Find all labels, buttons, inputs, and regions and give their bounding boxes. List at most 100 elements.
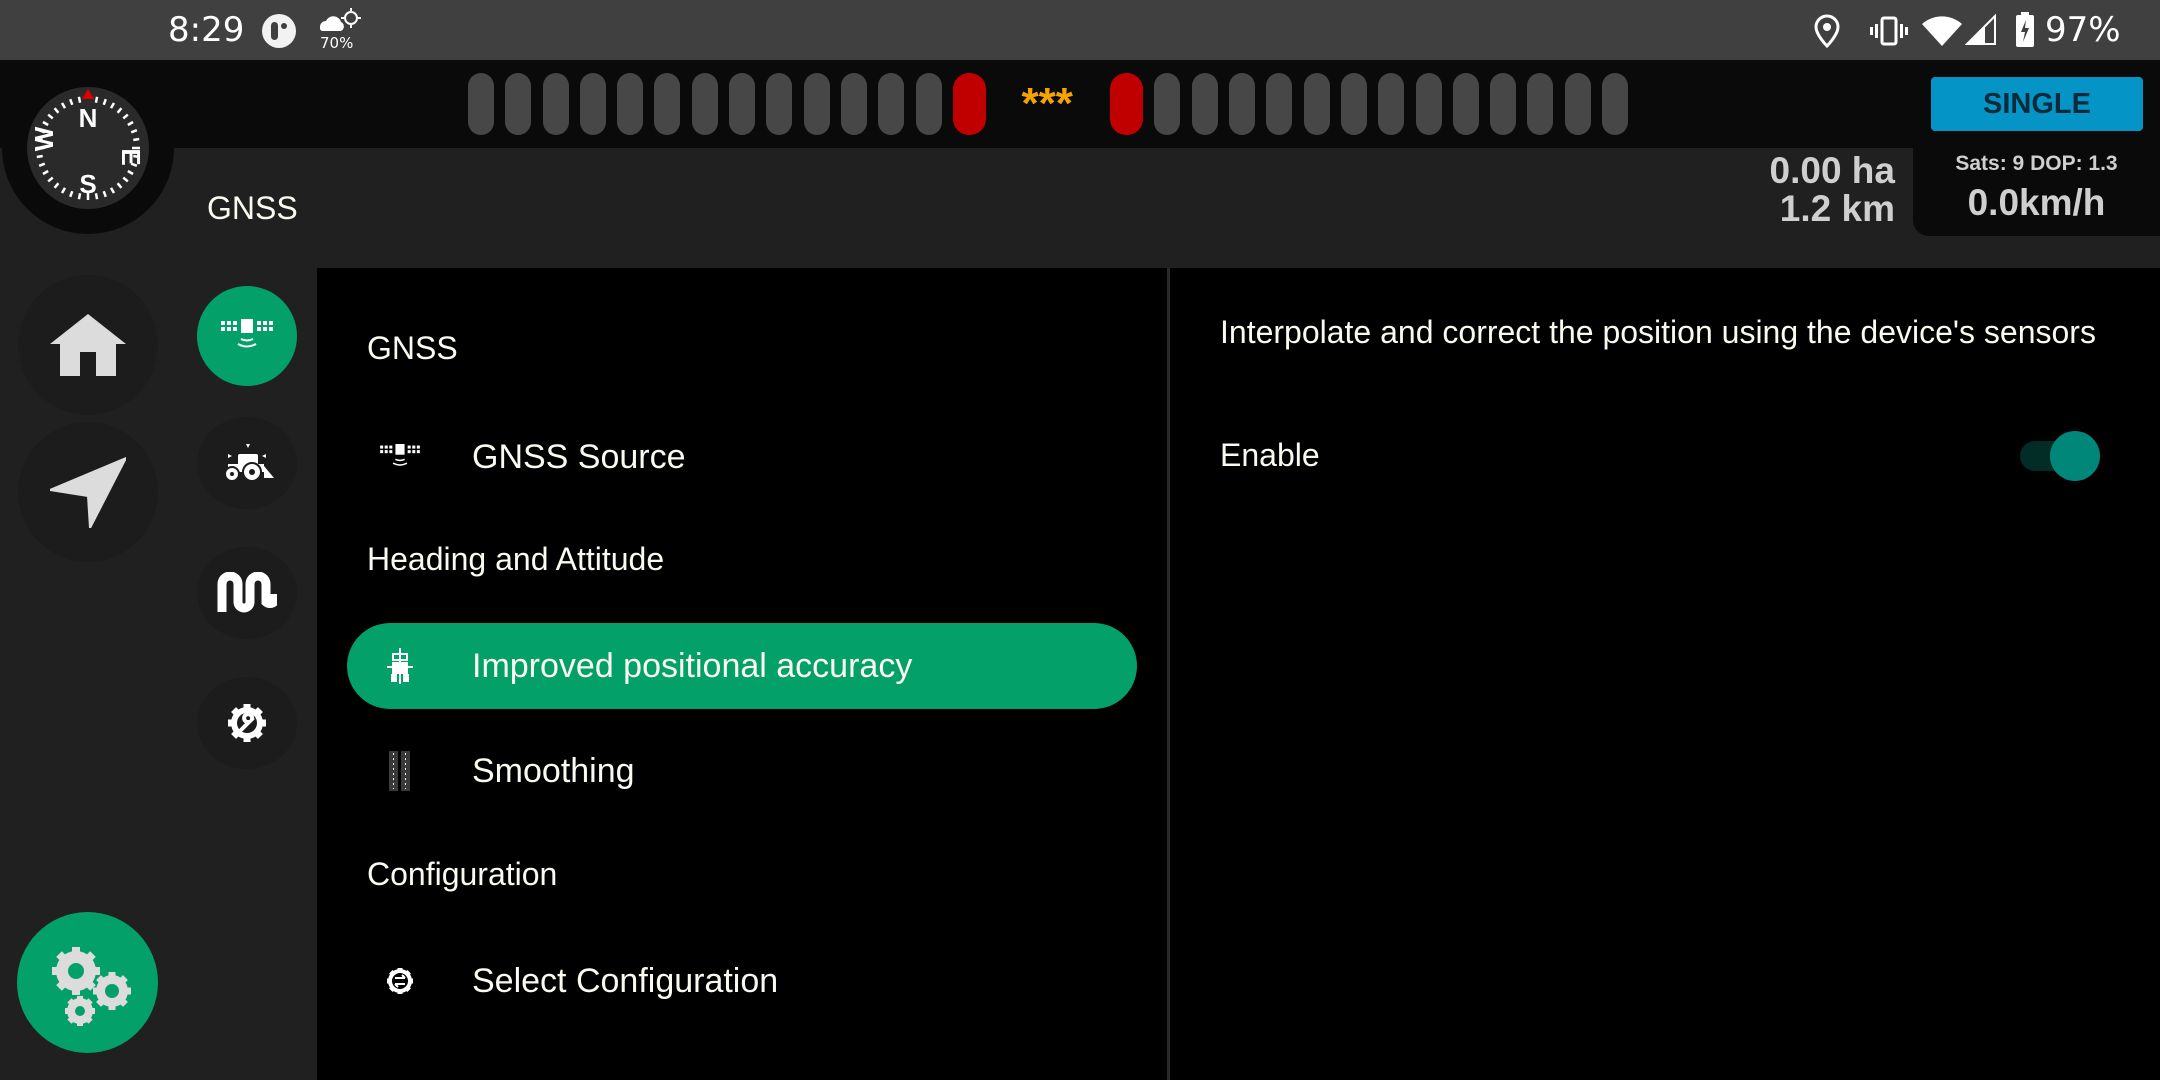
compass-tick bbox=[116, 107, 123, 114]
detail-panel bbox=[1170, 268, 2160, 1080]
menu-item-label: Select Configuration bbox=[472, 961, 779, 1000]
weather-percent: 70% bbox=[320, 34, 354, 52]
compass-tick bbox=[122, 113, 129, 120]
lightbar-segment bbox=[1602, 73, 1629, 135]
category-gnss-button[interactable] bbox=[197, 286, 297, 386]
lightbar: *** bbox=[468, 73, 1639, 135]
lightbar-segment bbox=[505, 73, 532, 135]
lightbar-segment bbox=[654, 73, 681, 135]
category-vehicle-button[interactable] bbox=[197, 417, 297, 509]
lightbar-segment bbox=[1490, 73, 1517, 135]
lightbar-segment bbox=[542, 73, 569, 135]
lightbar-segment bbox=[617, 73, 644, 135]
menu-item-label: GNSS Source bbox=[472, 437, 686, 476]
compass-tick bbox=[102, 98, 107, 106]
lightbar-segment bbox=[1154, 73, 1181, 135]
compass-tick bbox=[116, 182, 123, 189]
category-tools-button[interactable] bbox=[197, 677, 297, 769]
status-clock: 8:29 bbox=[168, 10, 245, 50]
navigation-arrow-icon bbox=[50, 457, 126, 528]
fix-mode-badge[interactable]: SINGLE bbox=[1931, 77, 2143, 131]
speed-readout: 0.0km/h bbox=[1967, 182, 2106, 223]
cell-signal-icon bbox=[1965, 14, 1996, 45]
lightbar-segment bbox=[1229, 73, 1256, 135]
compass-tick bbox=[127, 120, 134, 127]
menu-item-smoothing[interactable]: Smoothing bbox=[347, 728, 1137, 814]
vibrate-icon bbox=[1870, 16, 1908, 46]
compass-tick bbox=[94, 96, 99, 103]
lightbar-segment bbox=[915, 73, 942, 135]
lightbar-segment bbox=[691, 73, 718, 135]
smoothing-lanes-icon bbox=[377, 748, 423, 794]
menu-item-improved-positional-accuracy[interactable]: Improved positional accuracy bbox=[347, 623, 1137, 709]
compass-tick bbox=[47, 176, 54, 183]
weather-indicator: 70% bbox=[316, 8, 362, 52]
compass-south: S bbox=[79, 169, 96, 199]
wrench-gear-icon bbox=[228, 704, 266, 742]
tractor-crosshair-icon bbox=[377, 643, 423, 689]
lightbar-center-indicator: *** bbox=[1021, 79, 1073, 128]
lightbar-segment bbox=[1378, 73, 1405, 135]
distance-value: 1.2 km bbox=[1779, 188, 1895, 229]
enable-label: Enable bbox=[1220, 437, 1320, 473]
compass-tick bbox=[127, 169, 134, 176]
gears-icon bbox=[51, 946, 131, 1026]
section-gnss-header: GNSS bbox=[367, 330, 458, 366]
serpentine-path-icon bbox=[217, 572, 277, 613]
lightbar-segment bbox=[1527, 73, 1554, 135]
compass-tick bbox=[77, 96, 82, 103]
compass-tick bbox=[109, 102, 116, 109]
lightbar-segment bbox=[878, 73, 905, 135]
sats-dop-readout: Sats: 9 DOP: 1.3 bbox=[1955, 152, 2118, 175]
wifi-icon bbox=[1922, 16, 1962, 46]
category-guidance-button[interactable] bbox=[197, 547, 297, 639]
menu-item-label: Improved positional accuracy bbox=[472, 646, 913, 685]
page-title: GNSS bbox=[207, 190, 298, 226]
lightbar-segment bbox=[1266, 73, 1293, 135]
lightbar-segment bbox=[766, 73, 793, 135]
compass-west: W bbox=[29, 126, 59, 151]
lightbar-active-segment bbox=[952, 73, 986, 135]
setting-description: Interpolate and correct the position usi… bbox=[1220, 314, 2096, 350]
lightbar-segment bbox=[840, 73, 867, 135]
lightbar-segment bbox=[1415, 73, 1442, 135]
compass-tick bbox=[53, 107, 60, 114]
home-button[interactable] bbox=[18, 275, 158, 415]
navigate-button[interactable] bbox=[18, 422, 158, 562]
compass-tick bbox=[69, 98, 74, 106]
lightbar-segment bbox=[803, 73, 830, 135]
menu-item-label: Smoothing bbox=[472, 751, 635, 790]
toggle-thumb[interactable] bbox=[2050, 431, 2100, 481]
compass-tick bbox=[60, 102, 67, 109]
compass-tick bbox=[42, 120, 49, 127]
lightbar-segment bbox=[729, 73, 756, 135]
battery-charging-icon bbox=[2016, 12, 2034, 47]
lightbar-segment bbox=[1303, 73, 1330, 135]
compass-tick bbox=[109, 187, 116, 194]
menu-item-gnss-source[interactable]: GNSS Source bbox=[347, 414, 1137, 500]
weather-icon bbox=[319, 8, 361, 31]
enable-toggle[interactable] bbox=[2018, 428, 2102, 484]
lightbar-segment bbox=[1340, 73, 1367, 135]
location-icon bbox=[1814, 14, 1840, 48]
compass-north: N bbox=[79, 103, 98, 133]
section-configuration-header: Configuration bbox=[367, 856, 558, 892]
compass-tick bbox=[102, 190, 107, 198]
compass-tick bbox=[60, 187, 67, 194]
satellite-icon bbox=[221, 319, 273, 348]
settings-button[interactable] bbox=[17, 912, 158, 1053]
compass-icon: N S E W bbox=[27, 87, 149, 209]
satellite-icon bbox=[377, 434, 423, 480]
compass-tick bbox=[130, 129, 138, 134]
section-heading-header: Heading and Attitude bbox=[367, 541, 665, 577]
config-swap-gear-icon bbox=[377, 958, 423, 1004]
compass-tick bbox=[122, 176, 129, 183]
compass-tick bbox=[69, 190, 74, 198]
compass-tick bbox=[36, 154, 43, 159]
compass-east: E bbox=[116, 148, 146, 165]
area-distance-readout: 0.00 ha 1.2 km bbox=[1640, 152, 1895, 228]
lightbar-segment bbox=[1564, 73, 1591, 135]
lightbar-segment bbox=[1452, 73, 1479, 135]
menu-item-select-configuration[interactable]: Select Configuration bbox=[347, 938, 1137, 1024]
area-value: 0.00 ha bbox=[1769, 150, 1895, 191]
